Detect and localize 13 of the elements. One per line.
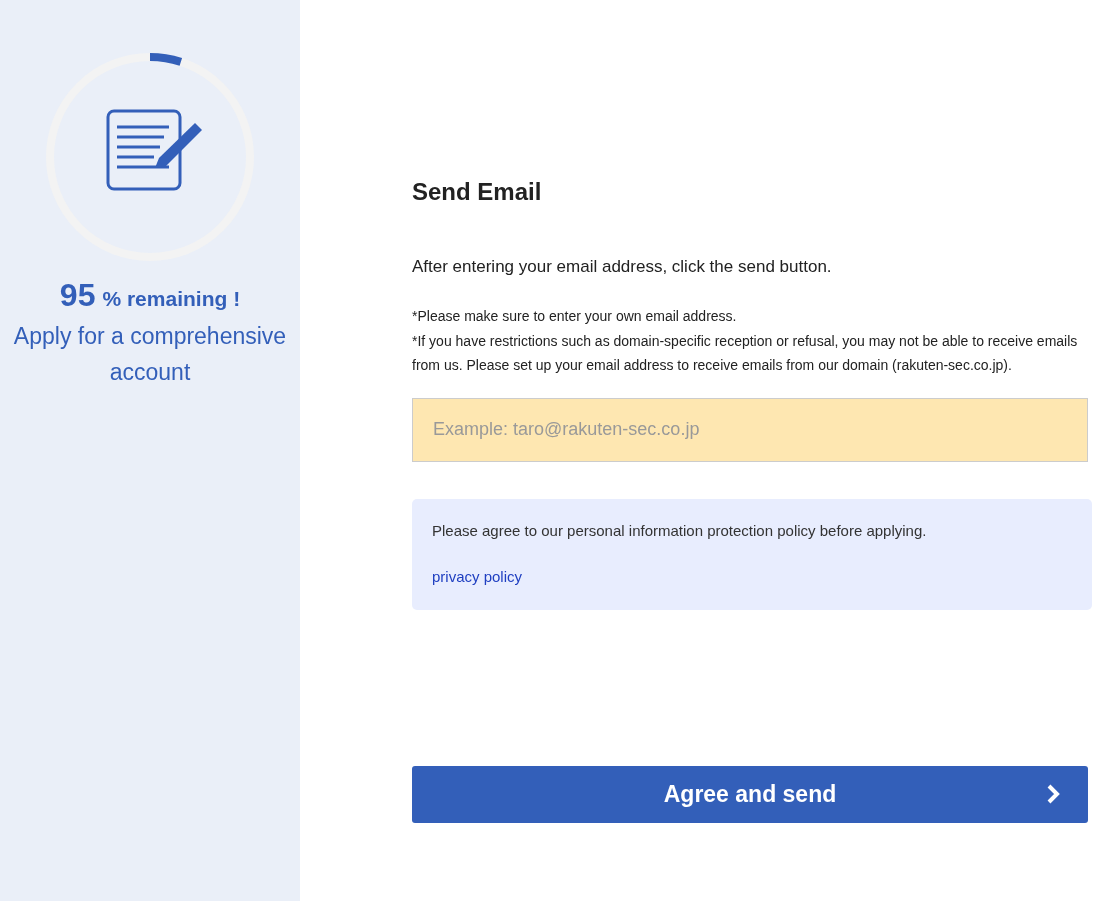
agree-and-send-button[interactable]: Agree and send: [412, 765, 1088, 823]
notice-text: Please agree to our personal information protection policy before applying.: [432, 520, 928, 541]
note-text: *Please make sure to enter your own email address.: [412, 307, 738, 326]
instruction-text: After entering your email address, click the send button.: [412, 256, 833, 278]
remaining-percent: 95: [59, 277, 96, 314]
document-pencil-icon: [106, 109, 202, 191]
privacy-policy-link[interactable]: privacy policy: [432, 566, 523, 587]
remaining-label: % remaining !: [102, 287, 241, 311]
email-field[interactable]: Example: taro@rakuten-sec.co.jp: [412, 397, 1088, 462]
page-title: Send Email: [412, 177, 543, 207]
chevron-right-icon: [1046, 782, 1060, 805]
step-caption: Apply for a comprehensive account: [12, 322, 288, 387]
note-text: *If you have restrictions such as domain-specific reception or refusal, you may not be able to receive emails from us. Please set up your email address to receive emails from our domain (rakuten-sec.co.jp).: [412, 331, 1078, 375]
